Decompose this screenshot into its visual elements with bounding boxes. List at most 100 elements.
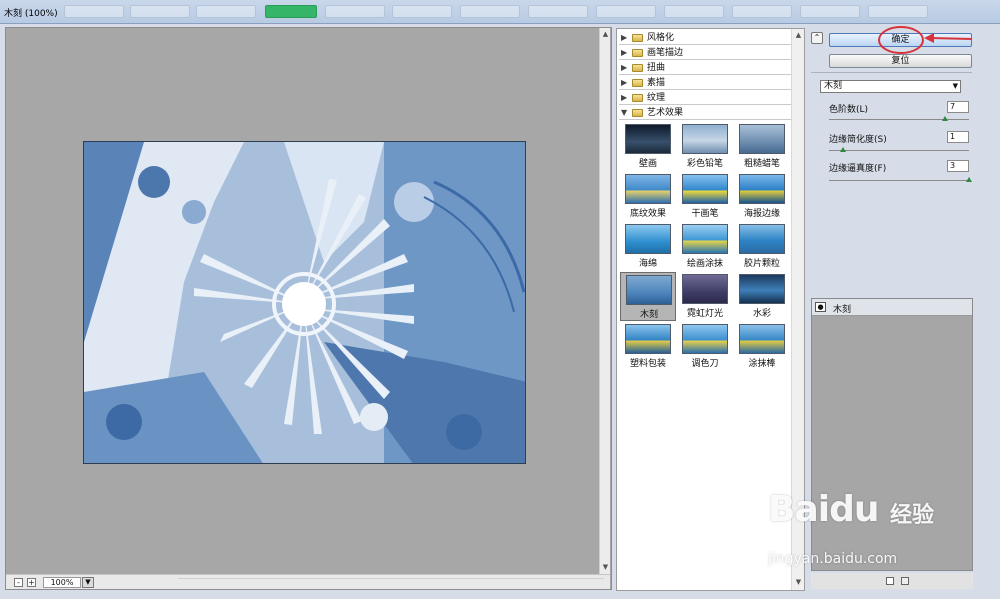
taskbar-item bbox=[64, 5, 124, 18]
folder-stylize[interactable]: ▶ 风格化 bbox=[619, 31, 791, 45]
taskbar-item bbox=[130, 5, 190, 18]
thumbnail-image bbox=[625, 324, 671, 354]
thumbnail-image bbox=[739, 324, 785, 354]
filter-thumb-dry-brush[interactable]: 干画笔 bbox=[677, 172, 733, 221]
edge-simplicity-input[interactable]: 1 bbox=[947, 131, 969, 143]
thumbnail-image bbox=[625, 124, 671, 154]
title-bar: 木刻 (100%) bbox=[0, 0, 1000, 24]
expand-arrow-icon[interactable]: ▶ bbox=[621, 91, 627, 105]
scroll-up-icon[interactable]: ▲ bbox=[601, 30, 610, 39]
filter-select[interactable]: 木刻 ▼ bbox=[820, 80, 961, 93]
collapse-gallery-icon[interactable]: ⌃ bbox=[811, 32, 823, 44]
filter-label: 海报边缘 bbox=[743, 209, 780, 219]
folder-label: 画笔描边 bbox=[647, 48, 684, 58]
folder-label: 扭曲 bbox=[647, 63, 666, 73]
filter-label: 壁画 bbox=[638, 159, 657, 169]
folder-icon bbox=[632, 79, 643, 87]
filter-thumb-film-grain[interactable]: 胶片颗粒 bbox=[734, 222, 790, 271]
filter-thumb-paint-daubs[interactable]: 绘画涂抹 bbox=[677, 222, 733, 271]
scroll-up-icon[interactable]: ▲ bbox=[794, 31, 803, 40]
thumbnail-image bbox=[682, 324, 728, 354]
thumbnail-image bbox=[625, 174, 671, 204]
watermark-url: jingyan.baidu.com bbox=[768, 551, 898, 567]
folder-icon bbox=[632, 34, 643, 42]
filter-thumb-smudge-stick[interactable]: 涂抹棒 bbox=[734, 322, 790, 371]
folder-icon bbox=[632, 64, 643, 72]
preview-vertical-scrollbar[interactable]: ▲ ▼ bbox=[599, 28, 610, 574]
zoom-in-button[interactable]: + bbox=[27, 578, 36, 587]
layer-name: 木刻 bbox=[833, 305, 852, 315]
folder-sketch[interactable]: ▶ 素描 bbox=[619, 76, 791, 90]
effect-layer-row[interactable]: ● 木刻 bbox=[812, 299, 972, 316]
filter-thumb-poster-edges[interactable]: 海报边缘 bbox=[734, 172, 790, 221]
ok-button[interactable]: 确定 bbox=[829, 33, 972, 47]
filter-thumb-underpainting[interactable]: 底纹效果 bbox=[620, 172, 676, 221]
taskbar-item bbox=[528, 5, 588, 18]
filter-label: 海绵 bbox=[638, 259, 657, 269]
folder-open-icon bbox=[632, 109, 643, 117]
taskbar-item bbox=[664, 5, 724, 18]
preview-horizontal-scrollbar[interactable] bbox=[178, 578, 604, 587]
taskbar-item bbox=[596, 5, 656, 18]
folder-distort[interactable]: ▶ 扭曲 bbox=[619, 61, 791, 75]
levels-input[interactable]: 7 bbox=[947, 101, 969, 113]
thumbnail-image bbox=[682, 224, 728, 254]
scroll-down-icon[interactable]: ▼ bbox=[601, 563, 610, 572]
reset-button[interactable]: 复位 bbox=[829, 54, 972, 68]
folder-texture[interactable]: ▶ 纹理 bbox=[619, 91, 791, 105]
zoom-out-button[interactable]: - bbox=[14, 578, 23, 587]
folder-icon bbox=[632, 49, 643, 57]
filter-label: 彩色铅笔 bbox=[686, 159, 723, 169]
levels-slider-knob[interactable] bbox=[942, 116, 949, 121]
thumbnail-image bbox=[739, 224, 785, 254]
thumbnail-image bbox=[739, 274, 785, 304]
preview-image[interactable] bbox=[83, 141, 526, 464]
thumbnail-image bbox=[626, 275, 672, 305]
filter-thumb-plastic-wrap[interactable]: 塑料包装 bbox=[620, 322, 676, 371]
filter-thumb-palette-knife[interactable]: 调色刀 bbox=[677, 322, 733, 371]
taskbar-item bbox=[800, 5, 860, 18]
param-label: 边缘逼真度(F) bbox=[829, 164, 887, 174]
filter-thumb-cutout[interactable]: 木刻 bbox=[620, 272, 676, 321]
zoom-dropdown-icon[interactable]: ▼ bbox=[82, 577, 94, 588]
collapse-arrow-icon[interactable]: ▼ bbox=[621, 106, 627, 120]
thumbnail-image bbox=[682, 174, 728, 204]
filter-label: 霓虹灯光 bbox=[686, 309, 723, 319]
filter-label: 绘画涂抹 bbox=[686, 259, 723, 269]
param-label: 边缘简化度(S) bbox=[829, 135, 887, 145]
filter-thumb-neon-glow[interactable]: 霓虹灯光 bbox=[677, 272, 733, 321]
filter-thumb-sponge[interactable]: 海绵 bbox=[620, 222, 676, 271]
eye-icon[interactable]: ● bbox=[815, 302, 826, 312]
edge-simplicity-slider-track[interactable] bbox=[829, 150, 969, 151]
filter-label: 底纹效果 bbox=[629, 209, 666, 219]
watermark-cn: 经验 bbox=[890, 503, 935, 528]
thumbnail-image bbox=[682, 124, 728, 154]
folder-artistic[interactable]: ▼ 艺术效果 bbox=[619, 106, 791, 120]
expand-arrow-icon[interactable]: ▶ bbox=[621, 61, 627, 75]
expand-arrow-icon[interactable]: ▶ bbox=[621, 76, 627, 90]
taskbar-item bbox=[196, 5, 256, 18]
filter-label: 塑料包装 bbox=[629, 359, 666, 369]
zoom-level[interactable]: 100% bbox=[43, 577, 81, 588]
taskbar-item bbox=[325, 5, 385, 18]
edge-simplicity-slider-knob[interactable] bbox=[840, 147, 846, 152]
filter-thumb-rough-pastels[interactable]: 粗糙蜡笔 bbox=[734, 122, 790, 171]
expand-arrow-icon[interactable]: ▶ bbox=[621, 31, 627, 45]
folder-icon bbox=[632, 94, 643, 102]
taskbar-item bbox=[868, 5, 928, 18]
expand-arrow-icon[interactable]: ▶ bbox=[621, 46, 627, 60]
folder-brush-strokes[interactable]: ▶ 画笔描边 bbox=[619, 46, 791, 60]
watermark-brand: Baidu bbox=[768, 489, 879, 530]
dropdown-arrow-icon[interactable]: ▼ bbox=[953, 81, 958, 92]
window-title: 木刻 (100%) bbox=[4, 9, 58, 19]
baidu-watermark: Baidu 经验 jingyan.baidu.com bbox=[760, 485, 960, 580]
edge-fidelity-input[interactable]: 3 bbox=[947, 160, 969, 172]
filter-thumb-fresco[interactable]: 壁画 bbox=[620, 122, 676, 171]
taskbar-item bbox=[732, 5, 792, 18]
background-taskbar bbox=[60, 2, 960, 22]
filter-thumb-watercolor[interactable]: 水彩 bbox=[734, 272, 790, 321]
thumbnail-image bbox=[739, 174, 785, 204]
edge-fidelity-slider-track[interactable] bbox=[829, 180, 969, 181]
edge-fidelity-slider-knob[interactable] bbox=[966, 177, 972, 182]
filter-thumb-colored-pencil[interactable]: 彩色铅笔 bbox=[677, 122, 733, 171]
